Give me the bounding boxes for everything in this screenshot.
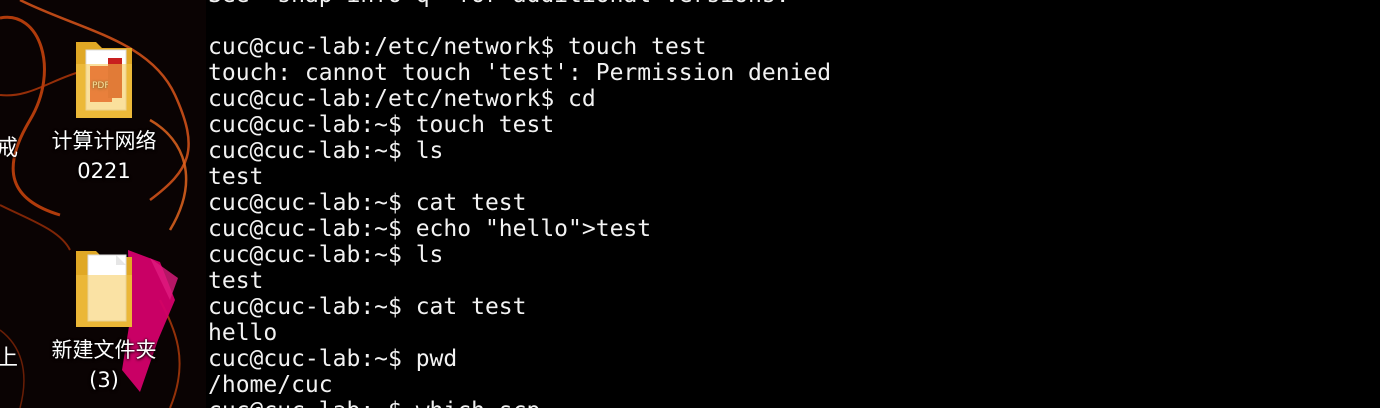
- terminal-line: cuc@cuc-lab:~$ ls: [208, 242, 444, 268]
- terminal-line: hello: [208, 320, 278, 346]
- terminal-window[interactable]: See 'snap info q' for additional version…: [206, 0, 1380, 408]
- terminal-line: cuc@cuc-lab:~$ which scp: [208, 398, 831, 408]
- terminal-line: cuc@cuc-lab:~$ pwd: [208, 346, 458, 372]
- desktop-icon-label: 计算计网络 0221: [51, 129, 157, 183]
- terminal-line: cuc@cuc-lab:/etc/network$ cd: [208, 86, 596, 112]
- terminal-line: cuc@cuc-lab:~$ cat test: [208, 190, 527, 216]
- terminal-line: cuc@cuc-lab:~$ ls: [208, 138, 444, 164]
- desktop-icon-pdf-folder[interactable]: PDF 计算计网络 0221: [29, 36, 179, 186]
- terminal-line: cuc@cuc-lab:~$ cat test: [208, 294, 527, 320]
- terminal-line: See 'snap info q' for additional version…: [208, 0, 831, 8]
- clipped-icon-label-bottom: 上: [0, 346, 19, 371]
- desktop-icon-new-folder[interactable]: 新建文件夹 (3): [29, 245, 179, 395]
- terminal-line: cuc@cuc-lab:~$ echo "hello">test: [208, 216, 652, 242]
- terminal-line: cuc@cuc-lab:/etc/network$ touch test: [208, 34, 707, 60]
- terminal-output: See 'snap info q' for additional version…: [208, 0, 831, 408]
- clipped-icon-label-top: 戒: [0, 136, 19, 161]
- terminal-line: cuc@cuc-lab:~$ touch test: [208, 112, 555, 138]
- desktop-icon-label: 新建文件夹 (3): [51, 338, 157, 392]
- terminal-line: /home/cuc: [208, 372, 333, 398]
- terminal-line: test: [208, 268, 264, 294]
- desktop-background: 戒 上 PDF 计算计网络 0221 新建文件夹 (3): [0, 0, 206, 408]
- folder-with-document-icon: [76, 251, 132, 327]
- terminal-line: test: [208, 164, 264, 190]
- folder-with-pdf-icon: PDF: [76, 42, 132, 118]
- terminal-line: touch: cannot touch 'test': Permission d…: [208, 60, 832, 86]
- screen: 戒 上 PDF 计算计网络 0221 新建文件夹 (3): [0, 0, 1380, 408]
